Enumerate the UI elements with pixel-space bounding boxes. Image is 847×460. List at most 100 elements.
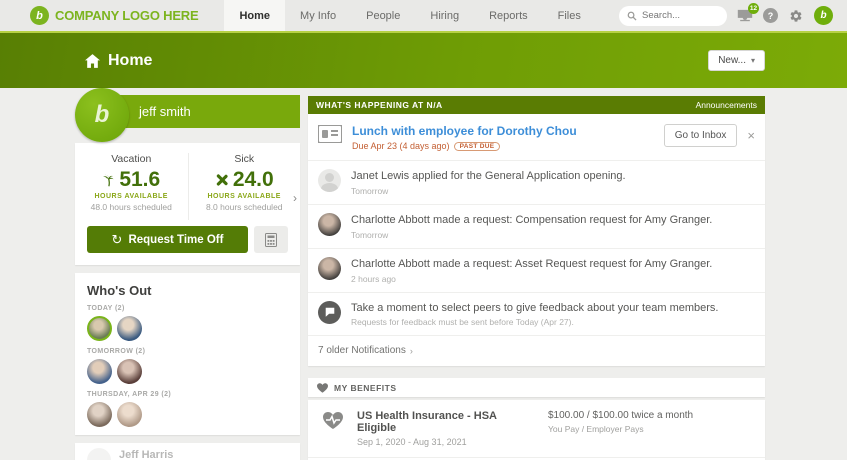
notification-time: 2 hours ago <box>351 273 396 284</box>
notification-time: Tomorrow <box>351 229 389 240</box>
tab-hiring[interactable]: Hiring <box>415 0 474 31</box>
profile-section: jeff smith b <box>75 88 300 142</box>
whats-happening-title: WHAT'S HAPPENING AT N/A <box>316 100 443 110</box>
notifications-card: Lunch with employee for Dorothy Chou Due… <box>308 114 765 367</box>
inbox-badge: 12 <box>748 2 759 14</box>
sick-hours: 24.0 <box>232 168 274 191</box>
profile-avatar[interactable]: b <box>75 88 129 142</box>
past-due-badge: PAST DUE <box>453 141 501 151</box>
global-search[interactable] <box>619 5 727 26</box>
notification-text: Take a moment to select peers to give fe… <box>351 301 719 314</box>
main-nav-tabs: Home My Info People Hiring Reports Files <box>224 0 595 31</box>
inbox-task-due: Due Apr 23 (4 days ago) <box>352 141 450 151</box>
inbox-icon[interactable]: 12 <box>736 2 759 25</box>
notification-item[interactable]: Charlotte Abbott made a request: Asset R… <box>308 247 765 292</box>
profile-name: jeff smith <box>139 104 191 119</box>
whos-out-title: Who's Out <box>87 283 152 298</box>
vacation-scheduled: 48.0 hours scheduled <box>90 202 172 212</box>
bamboo-logo-icon: b <box>30 6 49 25</box>
time-off-calculator-button[interactable] <box>254 226 288 253</box>
whos-out-group-today: TODAY (2) <box>87 305 125 312</box>
celebrations-card: Jeff Harris Apr 28 - Happy Birthday! Cel… <box>75 443 300 460</box>
close-icon[interactable]: × <box>747 128 755 143</box>
search-input[interactable] <box>642 10 717 21</box>
bandaid-icon <box>215 173 229 187</box>
company-logo-text: COMPANY LOGO HERE <box>55 8 199 23</box>
gear-icon[interactable] <box>787 7 805 25</box>
notification-item[interactable]: Take a moment to select peers to give fe… <box>308 291 765 336</box>
sick-label: Sick <box>234 153 255 165</box>
notification-item[interactable]: Janet Lewis applied for the General Appl… <box>308 160 765 204</box>
content-area: jeff smith b Vacation 51.6 HOURS AVAILAB… <box>75 88 765 460</box>
tab-home[interactable]: Home <box>224 0 286 31</box>
page-title: Home <box>85 52 152 70</box>
profile-name-banner: jeff smith <box>101 95 300 128</box>
benefit-amount: $100.00 / $100.00 twice a month <box>548 410 694 422</box>
celebration-item-faded: Jeff Harris Apr 28 - Happy Birthday! <box>75 443 300 460</box>
search-icon <box>627 11 637 21</box>
avatar <box>318 256 341 280</box>
clock-refresh-icon: ↻ <box>111 231 123 247</box>
home-icon <box>85 53 100 68</box>
tab-reports[interactable]: Reports <box>474 0 543 31</box>
tab-people[interactable]: People <box>351 0 415 31</box>
contact-card-icon <box>318 125 342 143</box>
vacation-hours: 51.6 <box>119 168 161 191</box>
older-notifications-link[interactable]: 7 older Notifications › <box>308 335 765 366</box>
app-window: b COMPANY LOGO HERE Home My Info People … <box>0 0 847 460</box>
inbox-task-item: Lunch with employee for Dorothy Chou Due… <box>308 114 765 160</box>
left-sidebar: jeff smith b Vacation 51.6 HOURS AVAILAB… <box>75 88 300 460</box>
vacation-label: Vacation <box>111 153 152 165</box>
balance-carousel-next[interactable]: › <box>290 185 300 211</box>
avatar <box>318 212 341 236</box>
chevron-right-icon: › <box>409 345 413 356</box>
sick-unit: HOURS AVAILABLE <box>207 193 281 200</box>
avatar[interactable] <box>87 316 112 341</box>
avatar[interactable] <box>117 359 142 384</box>
whos-out-group-tomorrow: TOMORROW (2) <box>87 348 146 355</box>
tab-files[interactable]: Files <box>543 0 596 31</box>
help-icon[interactable]: ? <box>763 8 778 23</box>
feedback-bubble-icon <box>318 300 341 324</box>
notification-item[interactable]: Charlotte Abbott made a request: Compens… <box>308 203 765 248</box>
user-avatar[interactable]: b <box>814 6 833 25</box>
benefit-row[interactable]: US Health Insurance - HSA Eligible Sep 1… <box>308 400 765 457</box>
notification-time: Requests for feedback must be sent befor… <box>351 317 574 328</box>
new-button[interactable]: New... ▾ <box>708 50 765 71</box>
notification-text: Charlotte Abbott made a request: Asset R… <box>351 257 713 270</box>
notification-text: Janet Lewis applied for the General Appl… <box>351 170 626 182</box>
tab-my-info[interactable]: My Info <box>285 0 351 31</box>
avatar <box>318 169 341 192</box>
benefit-dates: Sep 1, 2020 - Aug 31, 2021 <box>357 437 467 448</box>
whats-happening-bar: WHAT'S HAPPENING AT N/A Announcements <box>308 96 765 114</box>
heart-icon <box>317 383 328 393</box>
page-header: Home New... ▾ <box>0 33 847 88</box>
health-insurance-icon <box>320 411 346 430</box>
notification-text: Charlotte Abbott made a request: Compens… <box>351 213 713 226</box>
avatar[interactable] <box>87 359 112 384</box>
my-benefits-title: MY BENEFITS <box>334 382 397 393</box>
vacation-balance[interactable]: Vacation 51.6 HOURS AVAILABLE 48.0 hours… <box>75 153 188 220</box>
avatar[interactable] <box>117 316 142 341</box>
sick-balance[interactable]: Sick 24.0 HOURS AVAILABLE 8.0 hours sche… <box>187 153 301 220</box>
whos-out-card: Who's Out TODAY (2) TOMORROW (2) THURSDA… <box>75 273 300 435</box>
avatar[interactable] <box>87 402 112 427</box>
inbox-task-title[interactable]: Lunch with employee for Dorothy Chou <box>352 124 577 138</box>
my-benefits-header: MY BENEFITS <box>308 378 765 398</box>
palm-tree-icon <box>102 173 115 187</box>
announcements-link[interactable]: Announcements <box>696 100 757 110</box>
avatar[interactable] <box>117 402 142 427</box>
benefit-name: US Health Insurance - HSA Eligible <box>357 410 497 435</box>
caret-down-icon: ▾ <box>750 56 755 65</box>
vacation-unit: HOURS AVAILABLE <box>94 193 168 200</box>
request-time-off-button[interactable]: ↻ Request Time Off <box>87 226 248 253</box>
main-column: WHAT'S HAPPENING AT N/A Announcements Lu… <box>308 96 765 460</box>
notification-time: Tomorrow <box>351 185 389 196</box>
whos-out-group-thursday: THURSDAY, APR 29 (2) <box>87 391 172 398</box>
go-to-inbox-button[interactable]: Go to Inbox <box>663 124 738 147</box>
sick-scheduled: 8.0 hours scheduled <box>205 202 283 212</box>
company-logo[interactable]: b COMPANY LOGO HERE <box>30 0 199 31</box>
time-off-card: Vacation 51.6 HOURS AVAILABLE 48.0 hours… <box>75 143 300 265</box>
benefit-payer: You Pay / Employer Pays <box>548 424 644 435</box>
navbar-right-cluster: 12 ? b <box>619 0 833 31</box>
